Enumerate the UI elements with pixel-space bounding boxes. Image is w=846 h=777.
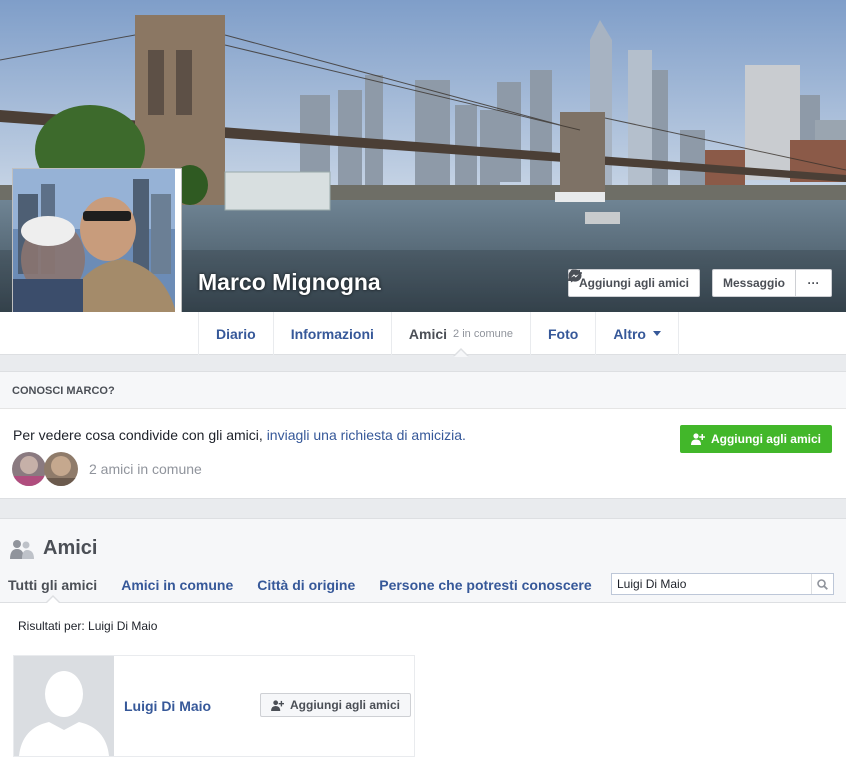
know-box: CONOSCI MARCO? Per vedere cosa condivide… bbox=[0, 371, 846, 499]
chevron-down-icon bbox=[652, 331, 661, 336]
result-name-link[interactable]: Luigi Di Maio bbox=[124, 698, 211, 714]
friend-request-link[interactable]: inviagli una richiesta di amicizia. bbox=[267, 427, 466, 443]
messenger-icon bbox=[568, 269, 582, 283]
message-button[interactable]: Messaggio bbox=[568, 269, 796, 297]
subtab-hometown[interactable]: Città di origine bbox=[257, 577, 355, 603]
result-add-friend-label: Aggiungi agli amici bbox=[290, 698, 401, 712]
friends-subtabs: Tutti gli amici Amici in comune Città di… bbox=[8, 577, 592, 604]
cover-actions: Aggiungi agli amici Messaggio ··· bbox=[567, 269, 832, 297]
profile-picture[interactable] bbox=[12, 168, 182, 312]
friend-result-card: Luigi Di Maio Aggiungi agli amici bbox=[13, 655, 415, 757]
profile-tabbar: Diario Informazioni Amici 2 in comune Fo… bbox=[0, 312, 846, 357]
tab-label: Altro bbox=[613, 325, 646, 342]
profile-picture-image bbox=[13, 169, 175, 312]
friends-search bbox=[611, 573, 834, 595]
search-button[interactable] bbox=[811, 574, 833, 594]
add-friend-button[interactable]: Aggiungi agli amici bbox=[567, 269, 700, 297]
mutual-avatar[interactable] bbox=[12, 452, 46, 486]
more-options-label: ··· bbox=[807, 276, 820, 290]
cover-photo[interactable]: Marco Mignogna Aggiungi agli amici Messa… bbox=[0, 0, 846, 312]
subtab-mutual-friends[interactable]: Amici in comune bbox=[121, 577, 233, 603]
tab-mutual-count: 2 in comune bbox=[453, 327, 513, 340]
default-avatar-icon bbox=[14, 656, 114, 756]
message-group: Messaggio ··· bbox=[568, 269, 832, 297]
add-friend-green-label: Aggiungi agli amici bbox=[710, 432, 821, 446]
friends-title-label: Amici bbox=[43, 537, 98, 559]
tab-label: Diario bbox=[216, 325, 256, 342]
add-friend-icon bbox=[271, 699, 284, 711]
add-friend-icon bbox=[690, 433, 705, 445]
tab-informazioni[interactable]: Informazioni bbox=[274, 312, 392, 355]
tab-label: Amici bbox=[408, 325, 448, 342]
know-text-body: Per vedere cosa condivide con gli amici, bbox=[13, 427, 267, 443]
tab-label: Informazioni bbox=[290, 325, 374, 342]
friends-title: Amici bbox=[10, 537, 97, 560]
search-icon bbox=[817, 578, 828, 590]
add-friend-label: Aggiungi agli amici bbox=[578, 276, 689, 290]
results-for-label: Risultati per: Luigi Di Maio bbox=[18, 619, 158, 633]
tab-label: Foto bbox=[547, 325, 579, 342]
profile-name[interactable]: Marco Mignogna bbox=[198, 269, 381, 296]
mutual-avatar-image bbox=[44, 452, 78, 486]
tab-foto[interactable]: Foto bbox=[531, 312, 597, 355]
result-add-friend-button[interactable]: Aggiungi agli amici bbox=[260, 693, 412, 717]
mutual-count[interactable]: 2 amici in comune bbox=[89, 461, 202, 477]
mutual-friends[interactable]: 2 amici in comune bbox=[12, 452, 202, 486]
subtab-people-you-may-know[interactable]: Persone che potresti conoscere bbox=[379, 577, 591, 603]
friends-header: Amici Tutti gli amici Amici in comune Ci… bbox=[0, 519, 846, 604]
tab-diario[interactable]: Diario bbox=[199, 312, 274, 355]
friends-section: Amici Tutti gli amici Amici in comune Ci… bbox=[0, 518, 846, 777]
subtab-all-friends[interactable]: Tutti gli amici bbox=[8, 577, 97, 604]
message-label: Messaggio bbox=[722, 276, 785, 290]
tab-altro[interactable]: Altro bbox=[596, 312, 679, 355]
mutual-avatar-image bbox=[12, 452, 46, 486]
profile-tabs: Diario Informazioni Amici 2 in comune Fo… bbox=[198, 312, 679, 357]
friends-icon bbox=[10, 539, 34, 559]
know-text: Per vedere cosa condivide con gli amici,… bbox=[13, 427, 466, 443]
tab-amici[interactable]: Amici 2 in comune bbox=[392, 312, 531, 357]
more-options-button[interactable]: ··· bbox=[796, 269, 832, 297]
know-heading: CONOSCI MARCO? bbox=[0, 372, 846, 409]
default-avatar[interactable] bbox=[14, 656, 114, 756]
friends-search-input[interactable] bbox=[612, 574, 811, 594]
add-friend-green-button[interactable]: Aggiungi agli amici bbox=[679, 425, 832, 453]
mutual-avatar[interactable] bbox=[44, 452, 78, 486]
